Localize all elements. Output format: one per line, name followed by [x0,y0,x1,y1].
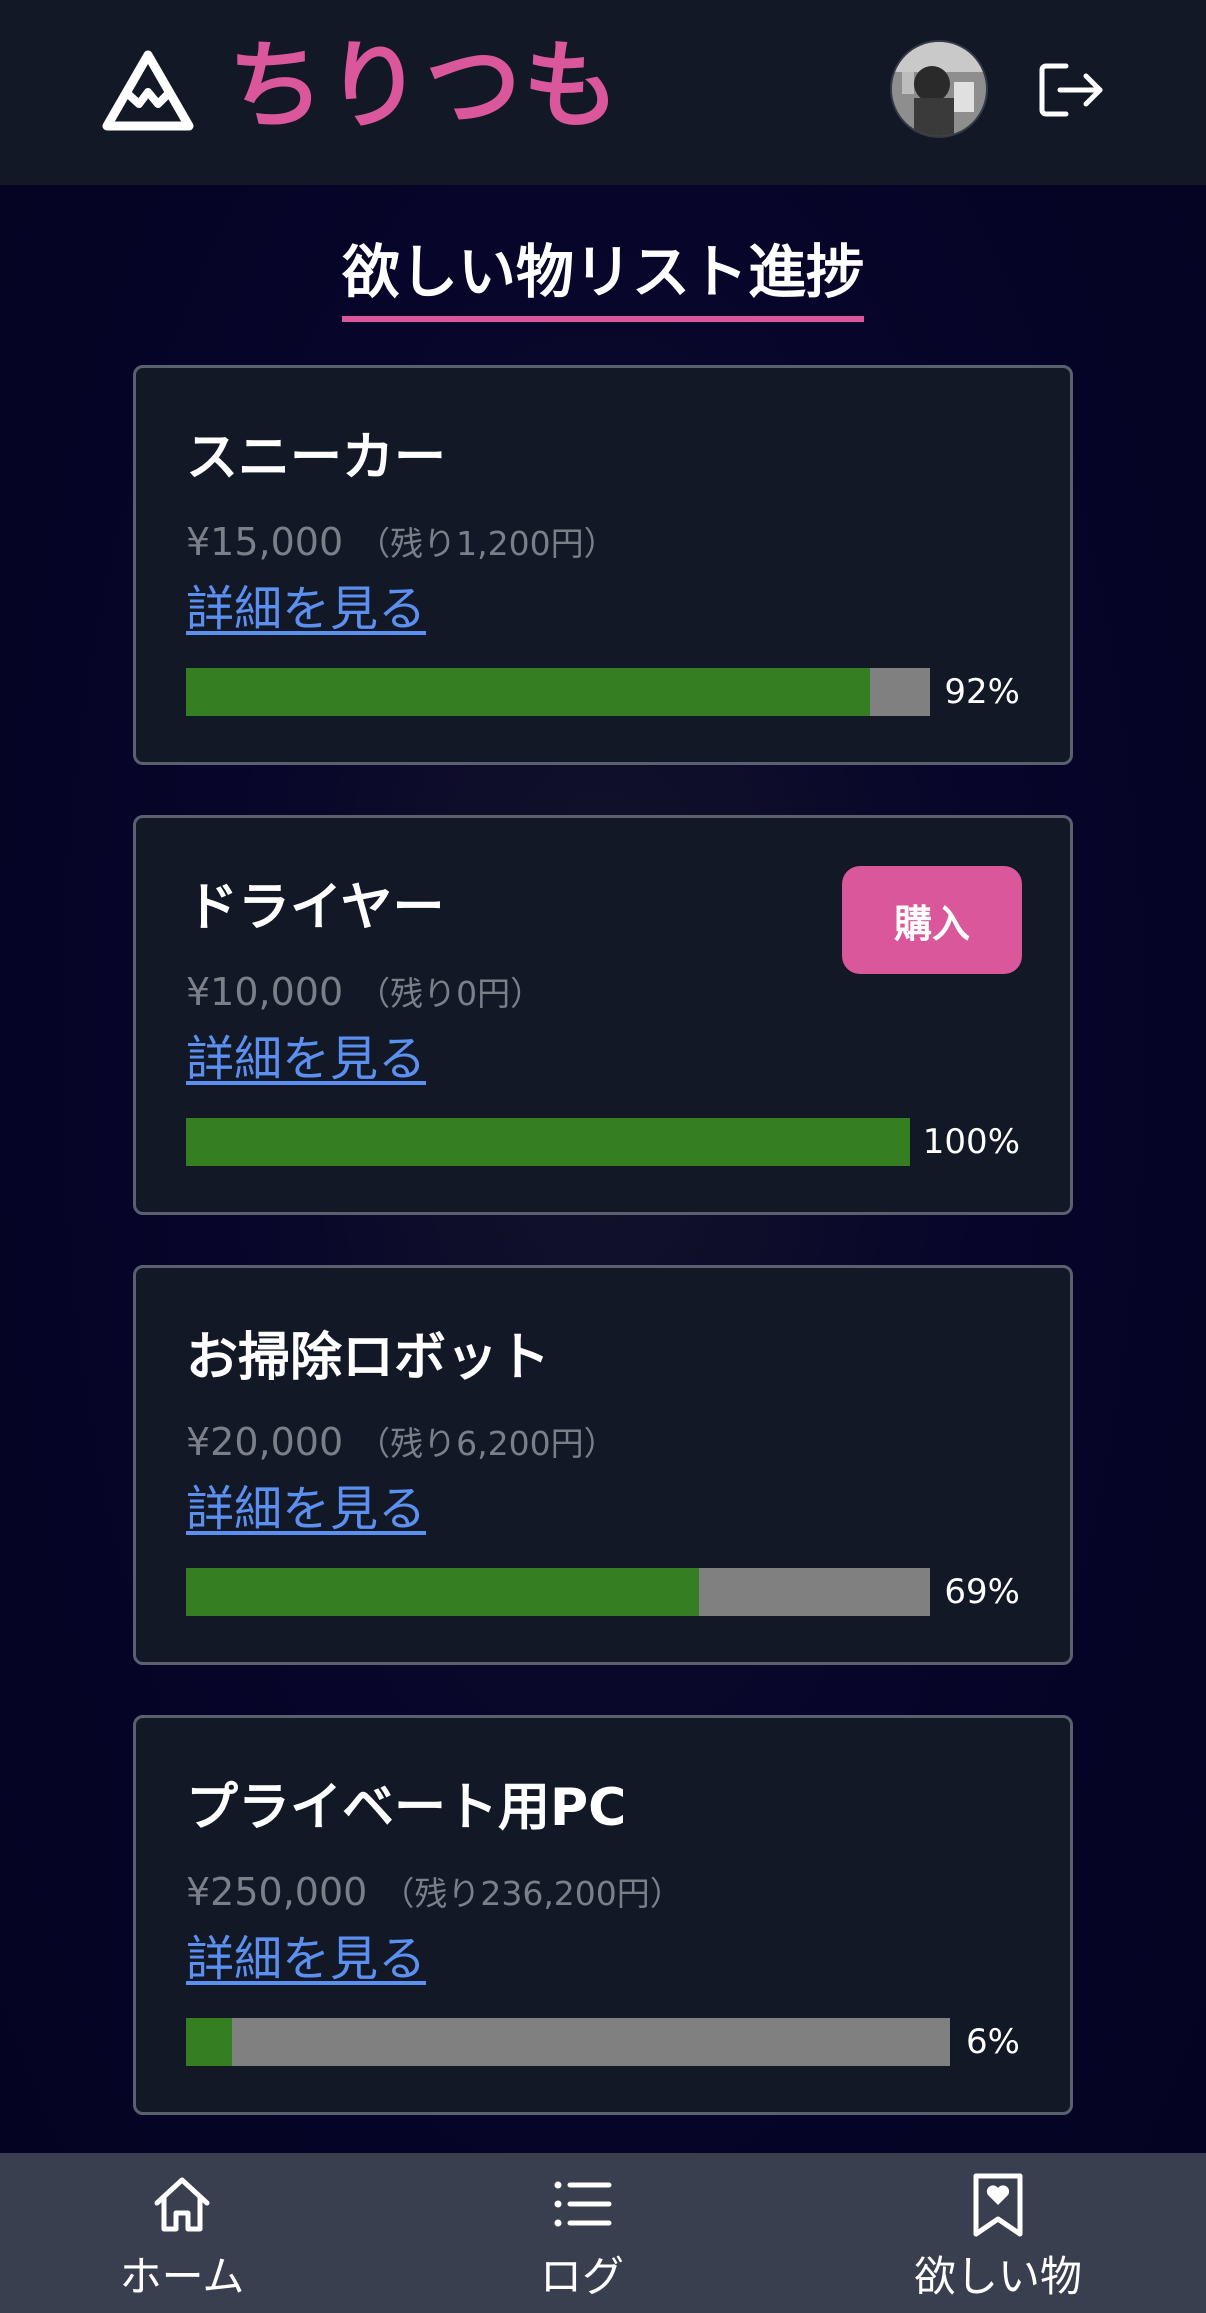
nav-log-label: ログ [539,2252,624,2301]
item-name: ドライヤー [186,878,445,938]
progress-bar [186,1568,930,1616]
remaining-amount: （残り6,200円） [357,1424,617,1463]
bottom-nav: ホーム ログ 欲しい物 [0,2153,1206,2313]
item-name: スニーカー [186,428,447,488]
wishlist-card-sneakers: スニーカー ¥15,000 （残り1,200円） 詳細を見る 92% [133,365,1073,765]
home-icon [154,2177,210,2232]
item-price: ¥250,000 （残り236,200円） [186,1866,683,1920]
item-name: プライベート用PC [186,1778,627,1838]
details-link[interactable]: 詳細を見る [186,1026,426,1092]
app-header: ちりつも [0,0,1206,185]
nav-home[interactable]: ホーム [52,2153,312,2313]
remaining-amount: （残り1,200円） [357,524,617,563]
wishlist-card-robot-vacuum: お掃除ロボット ¥20,000 （残り6,200円） 詳細を見る 69% [133,1265,1073,1665]
page-title-wrapper: 欲しい物リスト進捗 [0,232,1206,322]
nav-wishlist-label: 欲しい物 [913,2252,1082,2301]
progress-fill [186,1568,700,1616]
price-value: ¥10,000 [186,970,344,1014]
nav-home-label: ホーム [119,2252,245,2301]
details-link[interactable]: 詳細を見る [186,1476,426,1542]
list-icon [554,2181,612,2227]
remaining-amount: （残り0円） [357,974,544,1013]
price-value: ¥15,000 [186,520,344,564]
progress-fill [186,668,871,716]
progress-percent: 92% [944,672,1020,712]
progress-percent: 100% [922,1122,1020,1162]
app-title[interactable]: ちりつも [228,26,621,146]
mountain-icon[interactable] [102,50,194,132]
price-value: ¥250,000 [186,1870,368,1914]
item-price: ¥15,000 （残り1,200円） [186,516,617,570]
logout-icon[interactable] [1038,60,1106,120]
progress-percent: 6% [966,2022,1020,2062]
buy-button[interactable]: 購入 [842,866,1022,974]
wishlist-card-private-pc: プライベート用PC ¥250,000 （残り236,200円） 詳細を見る 6% [133,1715,1073,2115]
user-avatar[interactable] [890,40,988,138]
page-title: 欲しい物リスト進捗 [341,232,864,322]
price-value: ¥20,000 [186,1420,344,1464]
progress-fill [186,2018,232,2066]
details-link[interactable]: 詳細を見る [186,576,426,642]
item-name: お掃除ロボット [186,1328,551,1388]
progress-percent: 69% [944,1572,1020,1612]
wishlist-card-dryer: ドライヤー 購入 ¥10,000 （残り0円） 詳細を見る 100% [133,815,1073,1215]
item-price: ¥20,000 （残り6,200円） [186,1416,617,1470]
progress-fill [186,1118,910,1166]
nav-log[interactable]: ログ [452,2153,712,2313]
progress-bar [186,2018,950,2066]
details-link[interactable]: 詳細を見る [186,1926,426,1992]
progress-bar [186,668,930,716]
nav-wishlist[interactable]: 欲しい物 [868,2153,1128,2313]
item-price: ¥10,000 （残り0円） [186,966,543,1020]
bookmark-heart-icon [973,2173,1023,2237]
remaining-amount: （残り236,200円） [381,1874,683,1913]
progress-bar [186,1118,910,1166]
